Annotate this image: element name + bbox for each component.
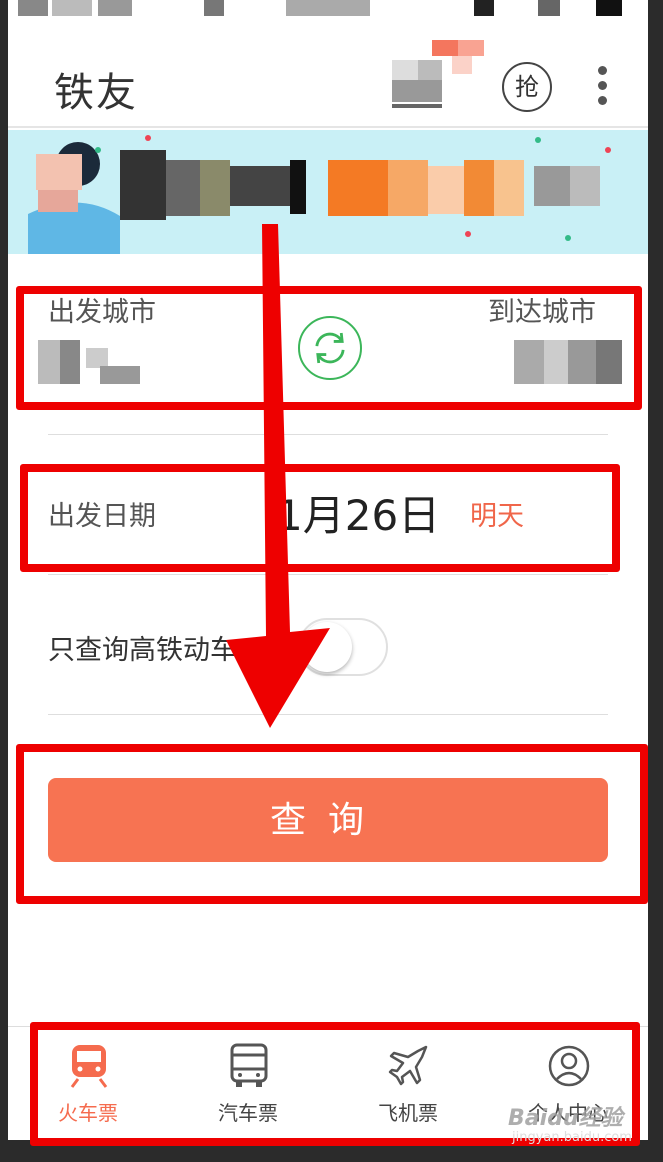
highspeed-only-label: 只查询高铁动车	[48, 635, 237, 666]
to-city-value[interactable]	[514, 340, 624, 386]
promo-thumbnail[interactable]	[390, 40, 496, 110]
tab-train-tickets[interactable]: 火车票	[8, 1027, 168, 1140]
from-city-label: 出发城市	[48, 297, 156, 328]
watermark-url: jingyan.baidu.com	[512, 1130, 632, 1145]
toggle-knob	[302, 622, 352, 672]
departure-date-label: 出发日期	[48, 501, 156, 532]
from-city-value[interactable]	[38, 340, 148, 386]
promo-banner[interactable]	[8, 130, 648, 254]
divider	[48, 434, 608, 435]
more-options-icon[interactable]	[596, 66, 608, 110]
highspeed-only-toggle[interactable]	[298, 618, 388, 676]
app-title: 铁友	[54, 70, 138, 116]
departure-date-value[interactable]: 1月26日	[276, 482, 440, 543]
tab-label: 汽车票	[218, 1101, 278, 1125]
to-city-label: 到达城市	[488, 297, 596, 328]
tab-label: 火车票	[58, 1101, 118, 1125]
grab-ticket-button[interactable]: 抢	[502, 62, 552, 112]
tab-flight-tickets[interactable]: 飞机票	[328, 1027, 488, 1140]
swap-cities-icon[interactable]	[298, 316, 362, 380]
airplane-icon	[388, 1045, 428, 1086]
search-button[interactable]: 查询	[48, 778, 608, 862]
watermark-logo: Baidu经验	[508, 1106, 623, 1131]
user-icon	[548, 1045, 590, 1087]
divider	[48, 714, 608, 715]
divider	[48, 574, 608, 575]
tab-label: 飞机票	[378, 1101, 438, 1125]
banner-image	[8, 130, 648, 254]
departure-date-relative: 明天	[470, 501, 524, 532]
app-screen: 铁友 抢 出发城市 到达城市 出发日期 1月26日 明天 只查询高铁动车 查询 …	[8, 0, 648, 1140]
train-icon	[70, 1045, 108, 1088]
bus-icon	[230, 1043, 268, 1087]
tab-bus-tickets[interactable]: 汽车票	[168, 1027, 328, 1140]
app-header: 铁友 抢	[8, 20, 648, 128]
status-bar	[8, 0, 648, 20]
